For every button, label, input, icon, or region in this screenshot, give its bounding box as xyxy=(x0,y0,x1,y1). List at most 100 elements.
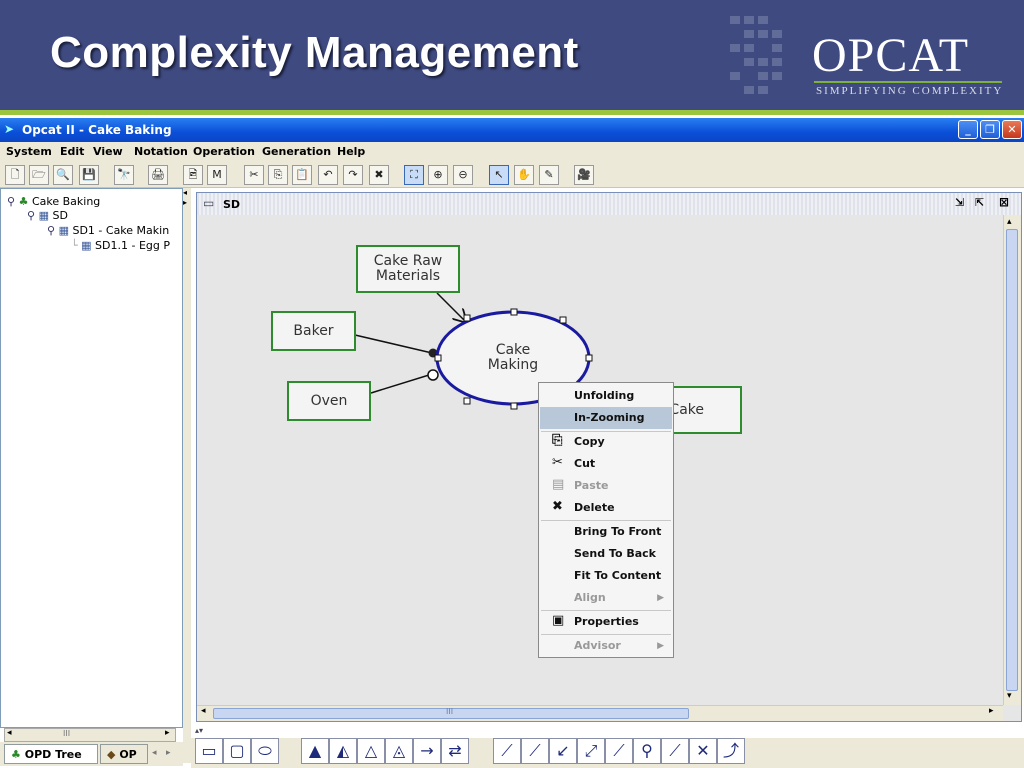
aggregation-icon[interactable]: ▲ xyxy=(301,738,329,764)
panel-splitter[interactable]: ◂ ▸ xyxy=(183,188,191,763)
menu-operation[interactable]: Operation xyxy=(193,145,255,158)
agent-link[interactable] xyxy=(354,334,433,354)
menu-item-copy[interactable]: ⎘ Copy xyxy=(540,431,672,453)
close-button[interactable]: ✕ xyxy=(1002,120,1022,139)
expand-icon[interactable]: ⚲ xyxy=(27,209,35,222)
menu-item-bring-to-front[interactable]: Bring To Front xyxy=(540,521,672,543)
minimize-button[interactable]: _ xyxy=(958,120,978,139)
horizontal-scroll-thumb[interactable]: III xyxy=(213,707,689,719)
tab-opd-second[interactable]: ◆ OP xyxy=(100,744,148,764)
menu-item-unfolding[interactable]: Unfolding xyxy=(540,385,672,407)
menu-view[interactable]: View xyxy=(93,145,123,158)
delete-icon[interactable]: ✖ xyxy=(369,165,389,185)
menu-item-align[interactable]: Align ▶ xyxy=(540,587,672,609)
vertical-scroll-thumb[interactable] xyxy=(1006,229,1018,691)
exhibition-icon[interactable]: ◭ xyxy=(329,738,357,764)
menu-item-cut[interactable]: ✂ Cut xyxy=(540,453,672,475)
zigzag-link-icon[interactable]: ⤴ xyxy=(717,738,745,764)
maximize-button[interactable]: ❐ xyxy=(980,120,1000,139)
scroll-left-icon[interactable]: ◂ xyxy=(7,728,12,738)
palette-toggle-icon[interactable]: ▴▾ xyxy=(195,726,203,735)
menu-item-advisor[interactable]: Advisor ▶ xyxy=(540,635,672,657)
object-cake-raw-materials[interactable]: Cake Raw Materials xyxy=(356,245,460,293)
menu-generation[interactable]: Generation xyxy=(262,145,331,158)
object-oven[interactable]: Oven xyxy=(287,381,371,421)
expand-icon[interactable]: ⚲ xyxy=(47,224,55,237)
binoculars-icon[interactable]: 🔭 xyxy=(114,165,134,185)
menu-item-paste[interactable]: ▤ Paste xyxy=(540,475,672,497)
scroll-right-icon[interactable]: ▸ xyxy=(989,706,994,716)
object-baker[interactable]: Baker xyxy=(271,311,356,351)
cut-icon[interactable]: ✂ xyxy=(244,165,264,185)
scroll-left-icon[interactable]: ◂ xyxy=(201,706,206,716)
invocation-link-icon[interactable]: ✕ xyxy=(689,738,717,764)
scroll-grip[interactable]: III xyxy=(446,707,453,716)
instantiation-icon[interactable]: ◬ xyxy=(385,738,413,764)
pencil-icon[interactable]: ✎ xyxy=(539,165,559,185)
process-shape-icon[interactable]: ⬭ xyxy=(251,738,279,764)
image-icon[interactable]: 🖻 xyxy=(183,165,203,185)
tree-root[interactable]: ⚲ ♣ Cake Baking xyxy=(7,195,100,208)
menu-item-fit-to-content[interactable]: Fit To Content xyxy=(540,565,672,587)
menu-system[interactable]: System xyxy=(6,145,52,158)
zoom-in-icon[interactable]: ⊕ xyxy=(428,165,448,185)
menu-item-properties[interactable]: ▣ Properties xyxy=(540,611,672,633)
effect-link-icon[interactable]: ⤢ xyxy=(577,738,605,764)
tab-scroll-left-icon[interactable]: ◂ xyxy=(152,748,157,758)
tree-node-sd1[interactable]: ⚲ ▦ SD1 - Cake Makin xyxy=(47,224,169,237)
collapse-right-icon[interactable]: ▸ xyxy=(183,198,187,207)
instrument-link-icon[interactable]: ⟋ xyxy=(521,738,549,764)
search-icon[interactable]: 🔍 xyxy=(53,165,73,185)
object-shape-icon[interactable]: ▭ xyxy=(195,738,223,764)
open-icon[interactable]: 🗁 xyxy=(29,165,49,185)
iconify-icon[interactable]: ⇲ xyxy=(955,196,964,209)
menu-item-delete[interactable]: ✖ Delete xyxy=(540,497,672,519)
print-icon[interactable]: 🖨 xyxy=(148,165,168,185)
diagram-window-titlebar[interactable]: ▭ SD ⇲ ⇱ ⊠ xyxy=(197,193,1021,215)
close-diagram-icon[interactable]: ⊠ xyxy=(999,195,1009,209)
instrument-link[interactable] xyxy=(370,374,430,394)
restore-icon[interactable]: ⇱ xyxy=(975,196,984,209)
menu-item-in-zooming[interactable]: In-Zooming xyxy=(540,407,672,429)
tab-scroll-right-icon[interactable]: ▸ xyxy=(166,748,171,758)
scroll-right-icon[interactable]: ▸ xyxy=(165,728,170,738)
exception-link-icon[interactable]: ⟋ xyxy=(661,738,689,764)
window-titlebar[interactable]: ➤ Opcat II - Cake Baking _ ❐ ✕ xyxy=(0,118,1024,142)
undo-icon[interactable]: ↶ xyxy=(318,165,338,185)
collapse-left-icon[interactable]: ◂ xyxy=(183,188,187,197)
menu-notation[interactable]: Notation xyxy=(134,145,188,158)
save-icon[interactable]: 💾 xyxy=(79,165,99,185)
scroll-down-icon[interactable]: ▾ xyxy=(1007,691,1012,701)
new-icon[interactable]: 🗋 xyxy=(5,165,25,185)
unidirectional-link-icon[interactable]: → xyxy=(413,738,441,764)
generalization-icon[interactable]: △ xyxy=(357,738,385,764)
camera-icon[interactable]: 🎥 xyxy=(574,165,594,185)
event-link-icon[interactable]: ⚲ xyxy=(633,738,661,764)
diagram-horizontal-scrollbar[interactable]: ◂ III ▸ xyxy=(197,705,1003,721)
menu-item-send-to-back[interactable]: Send To Back xyxy=(540,543,672,565)
hand-icon[interactable]: ✋ xyxy=(514,165,534,185)
result-link[interactable] xyxy=(436,292,467,323)
bidirectional-link-icon[interactable]: ⇄ xyxy=(441,738,469,764)
redo-icon[interactable]: ↷ xyxy=(343,165,363,185)
diagram-vertical-scrollbar[interactable]: ▴ ▾ xyxy=(1003,215,1021,705)
tree-node-sd11[interactable]: └ ▦ SD1.1 - Egg P xyxy=(71,239,170,252)
menu-edit[interactable]: Edit xyxy=(60,145,84,158)
scroll-up-icon[interactable]: ▴ xyxy=(1007,217,1012,227)
tree-horizontal-scrollbar[interactable]: ◂ III ▸ xyxy=(4,728,176,742)
paste-icon[interactable]: 📋 xyxy=(292,165,312,185)
tree-node-sd[interactable]: ⚲ ▦ SD xyxy=(27,209,68,222)
consumption-link-icon[interactable]: ↙ xyxy=(549,738,577,764)
rounded-state-icon[interactable]: ▢ xyxy=(223,738,251,764)
copy-icon[interactable]: ⎘ xyxy=(268,165,288,185)
fit-icon[interactable]: ⛶ xyxy=(404,165,424,185)
agent-link-icon[interactable]: ⟋ xyxy=(493,738,521,764)
pointer-icon[interactable]: ↖ xyxy=(489,165,509,185)
tab-opd-tree[interactable]: ♣ OPD Tree xyxy=(4,744,98,764)
zoom-out-icon[interactable]: ⊖ xyxy=(453,165,473,185)
map-icon[interactable]: M xyxy=(207,165,227,185)
expand-icon[interactable]: ⚲ xyxy=(7,195,15,208)
menu-help[interactable]: Help xyxy=(337,145,365,158)
condition-link-icon[interactable]: ⟋ xyxy=(605,738,633,764)
scroll-grip[interactable]: III xyxy=(63,729,70,738)
